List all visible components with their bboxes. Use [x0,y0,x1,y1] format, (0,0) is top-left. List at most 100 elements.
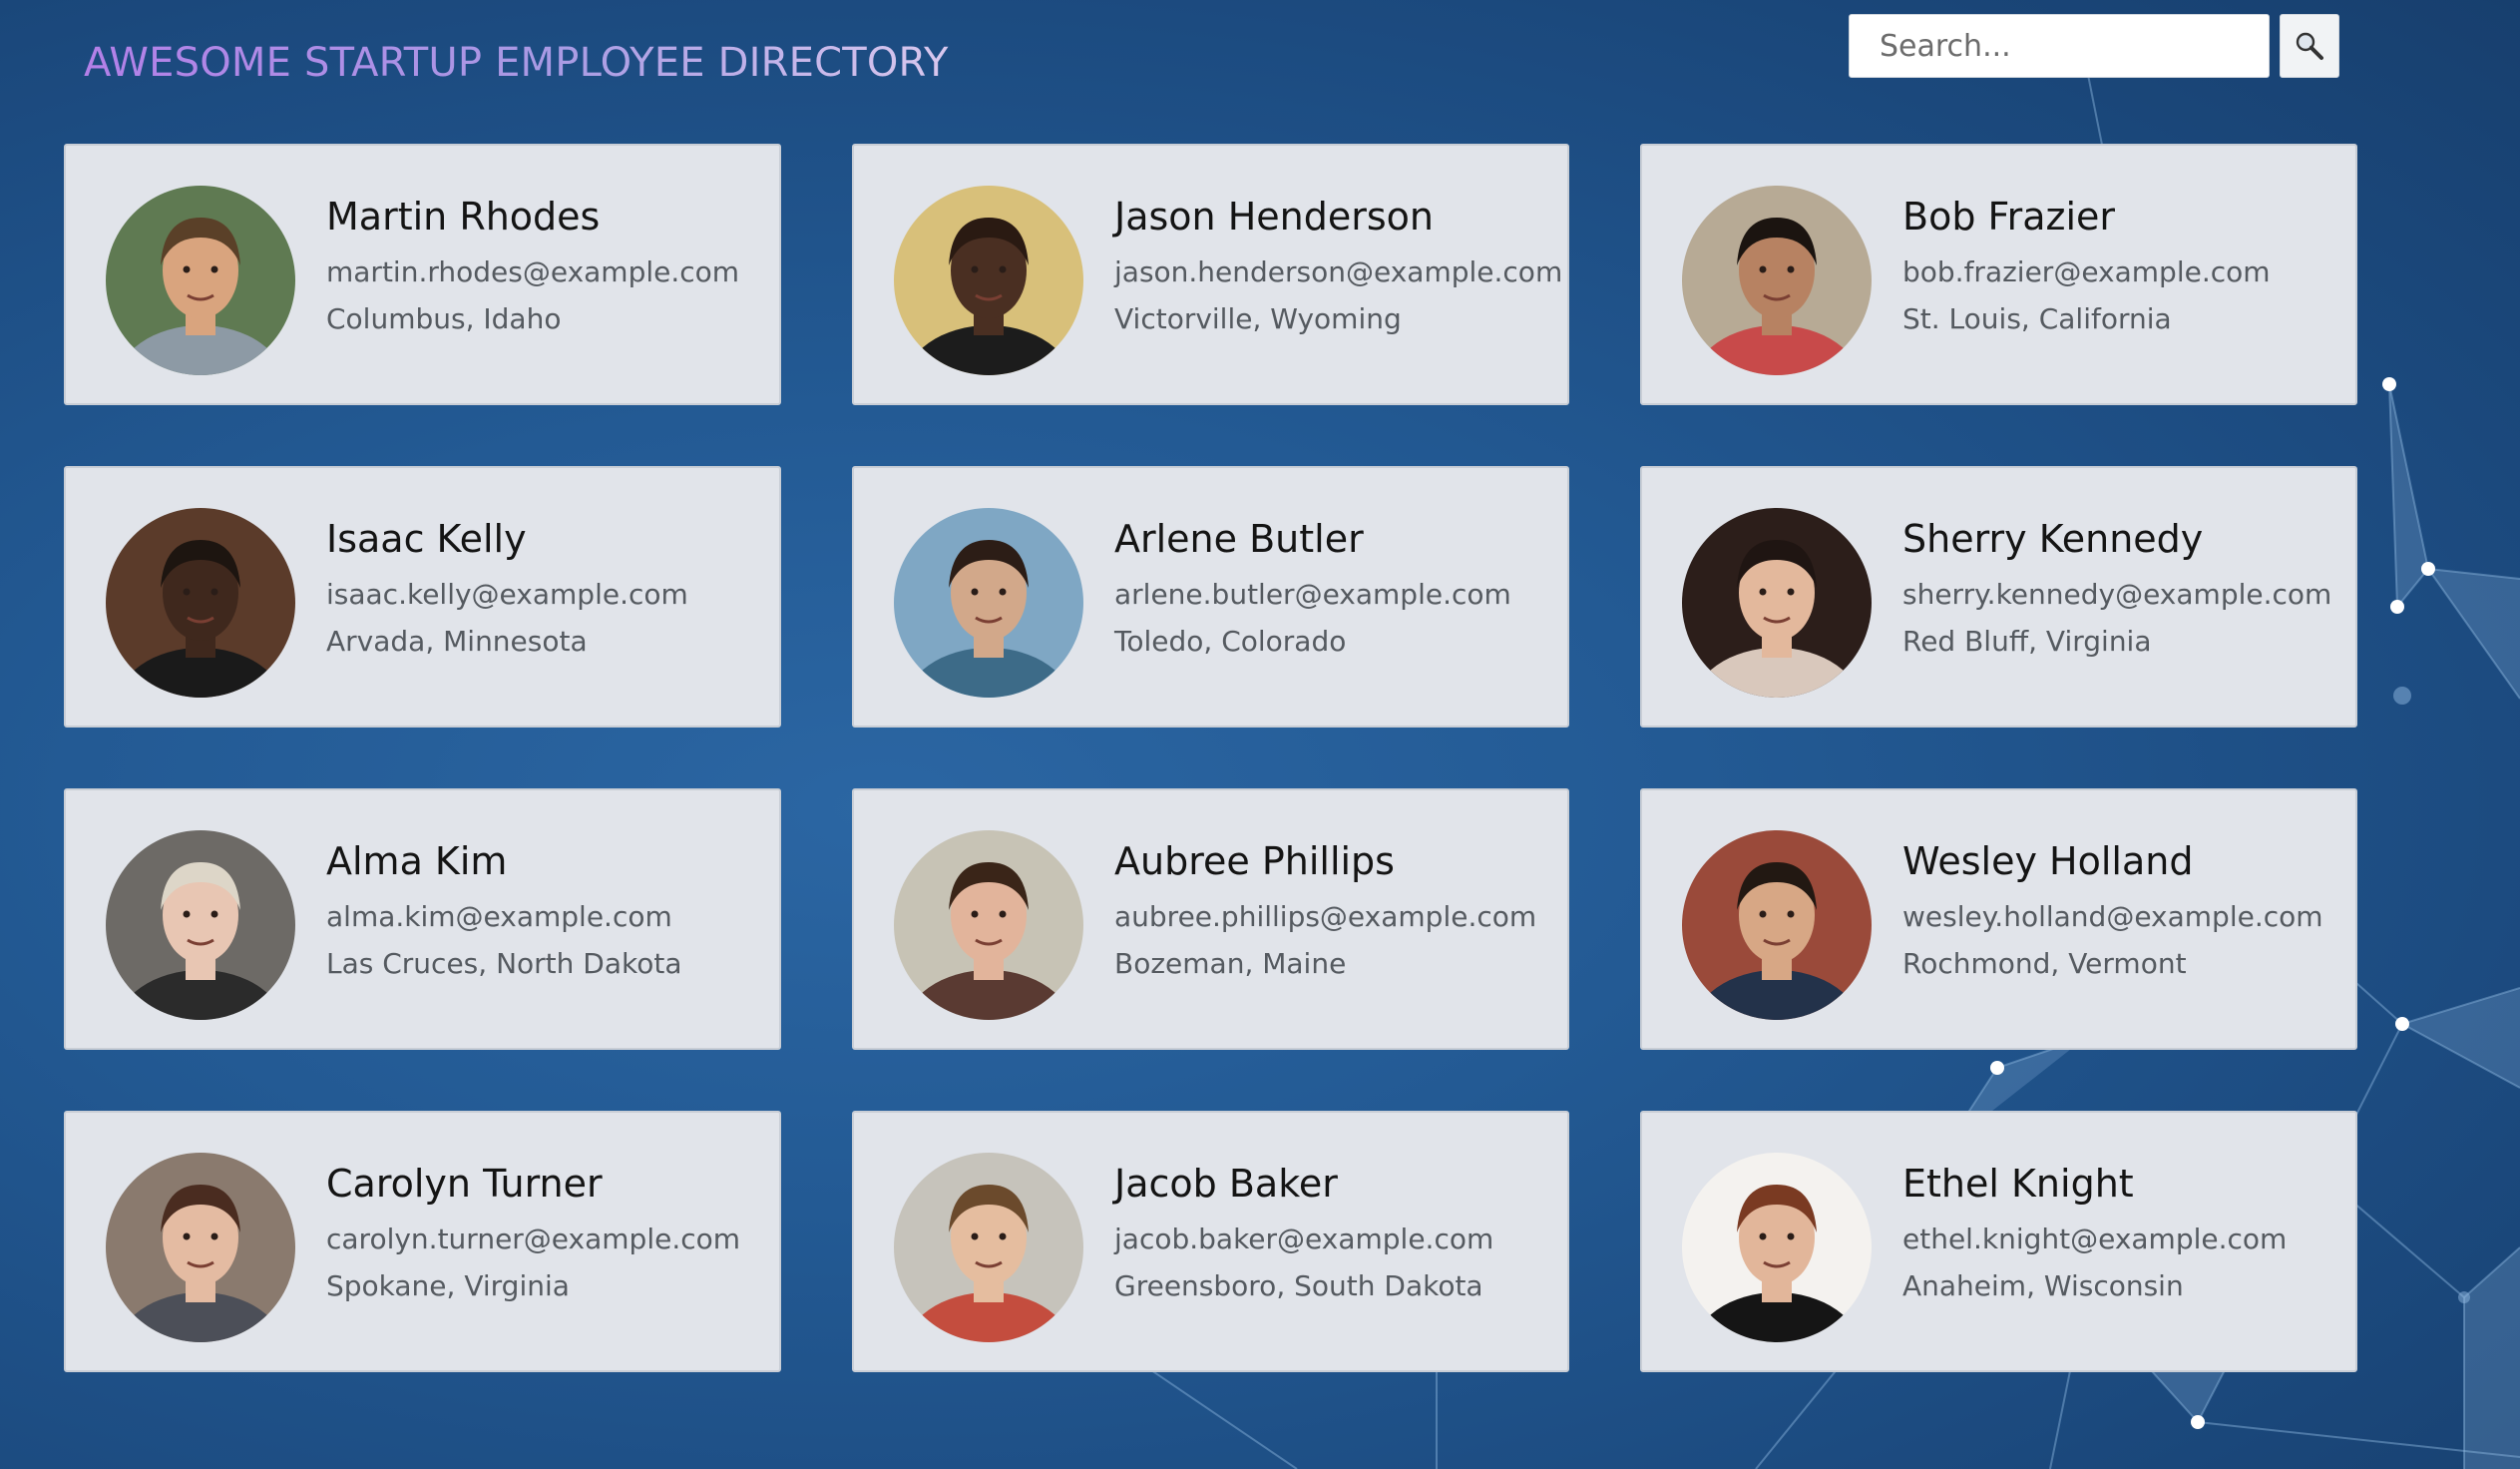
page-title: AWESOME STARTUP EMPLOYEE DIRECTORY [84,40,949,86]
employee-card[interactable]: Aubree Phillips aubree.phillips@example.… [852,788,1569,1050]
employee-name: Carolyn Turner [326,1162,603,1206]
avatar-eye [971,265,979,273]
employee-name: Jason Henderson [1114,195,1434,239]
employee-name: Alma Kim [326,839,508,883]
avatar [1682,508,1872,698]
employee-email: martin.rhodes@example.com [326,255,740,288]
avatar-eye [1759,1232,1767,1240]
employee-name: Sherry Kennedy [1902,517,2204,561]
employee-card[interactable]: Ethel Knight ethel.knight@example.com An… [1640,1111,2357,1372]
avatar-eye [999,910,1007,918]
employee-location: Red Bluff, Virginia [1902,625,2152,658]
avatar-eye [210,1232,218,1240]
employee-location: Las Cruces, North Dakota [326,947,682,980]
avatar [894,508,1083,698]
employee-info: Martin Rhodes martin.rhodes@example.com … [326,198,739,333]
employee-info: Isaac Kelly isaac.kelly@example.com Arva… [326,520,688,656]
employee-location: Toledo, Colorado [1114,625,1347,658]
employee-location: Bozeman, Maine [1114,947,1347,980]
employee-info: Bob Frazier bob.frazier@example.com St. … [1902,198,2271,333]
employee-email: alma.kim@example.com [326,900,672,933]
avatar-eye [1787,1232,1795,1240]
employee-email: sherry.kennedy@example.com [1902,578,2332,611]
avatar [106,186,295,375]
avatar-portrait [894,1153,1083,1342]
avatar [1682,1153,1872,1342]
employee-info: Wesley Holland wesley.holland@example.co… [1902,842,2323,978]
avatar-eye [971,588,979,596]
avatar-portrait [1682,1153,1872,1342]
employee-location: Greensboro, South Dakota [1114,1269,1483,1302]
avatar-portrait [106,1153,295,1342]
employee-card[interactable]: Arlene Butler arlene.butler@example.com … [852,466,1569,728]
employee-location: Spokane, Virginia [326,1269,570,1302]
employee-location: Arvada, Minnesota [326,625,588,658]
employee-location: Anaheim, Wisconsin [1902,1269,2184,1302]
employee-name: Aubree Phillips [1114,839,1395,883]
employee-card[interactable]: Alma Kim alma.kim@example.com Las Cruces… [64,788,781,1050]
employee-email: bob.frazier@example.com [1902,255,2271,288]
avatar [1682,186,1872,375]
employee-card[interactable]: Martin Rhodes martin.rhodes@example.com … [64,144,781,405]
employee-info: Jason Henderson jason.henderson@example.… [1114,198,1562,333]
avatar [1682,830,1872,1020]
avatar-portrait [1682,830,1872,1020]
avatar-eye [1759,265,1767,273]
avatar-portrait [106,508,295,698]
employee-name: Isaac Kelly [326,517,527,561]
employee-email: aubree.phillips@example.com [1114,900,1537,933]
employee-name: Bob Frazier [1902,195,2116,239]
avatar-eye [183,1232,191,1240]
search-button[interactable] [2280,14,2339,78]
employee-card[interactable]: Wesley Holland wesley.holland@example.co… [1640,788,2357,1050]
avatar [106,830,295,1020]
employee-location: Victorville, Wyoming [1114,302,1402,335]
avatar [894,186,1083,375]
employee-name: Arlene Butler [1114,517,1364,561]
search-input[interactable] [1849,14,2270,78]
employee-location: St. Louis, California [1902,302,2172,335]
employee-location: Columbus, Idaho [326,302,562,335]
avatar-eye [971,1232,979,1240]
avatar-eye [183,265,191,273]
avatar-portrait [894,186,1083,375]
avatar [894,1153,1083,1342]
avatar-eye [1787,265,1795,273]
avatar-portrait [1682,186,1872,375]
avatar-eye [1787,588,1795,596]
employee-email: ethel.knight@example.com [1902,1223,2288,1255]
avatar-eye [999,1232,1007,1240]
avatar-eye [999,588,1007,596]
avatar-portrait [106,830,295,1020]
employee-card[interactable]: Sherry Kennedy sherry.kennedy@example.co… [1640,466,2357,728]
employee-email: isaac.kelly@example.com [326,578,688,611]
employee-info: Alma Kim alma.kim@example.com Las Cruces… [326,842,681,978]
avatar-eye [183,588,191,596]
employee-info: Ethel Knight ethel.knight@example.com An… [1902,1165,2287,1300]
employee-card[interactable]: Jason Henderson jason.henderson@example.… [852,144,1569,405]
employee-card[interactable]: Bob Frazier bob.frazier@example.com St. … [1640,144,2357,405]
employee-info: Carolyn Turner carolyn.turner@example.co… [326,1165,740,1300]
avatar-portrait [106,186,295,375]
employee-location: Rochmond, Vermont [1902,947,2187,980]
employee-card[interactable]: Isaac Kelly isaac.kelly@example.com Arva… [64,466,781,728]
employee-name: Ethel Knight [1902,1162,2134,1206]
avatar-eye [971,910,979,918]
magnifier-icon [2296,32,2323,60]
avatar-eye [210,588,218,596]
employee-email: wesley.holland@example.com [1902,900,2323,933]
employee-email: jason.henderson@example.com [1114,255,1563,288]
avatar-eye [1759,588,1767,596]
avatar-eye [183,910,191,918]
employee-email: carolyn.turner@example.com [326,1223,741,1255]
employee-info: Sherry Kennedy sherry.kennedy@example.co… [1902,520,2331,656]
avatar [106,1153,295,1342]
employee-info: Arlene Butler arlene.butler@example.com … [1114,520,1511,656]
employee-card[interactable]: Carolyn Turner carolyn.turner@example.co… [64,1111,781,1372]
employee-info: Aubree Phillips aubree.phillips@example.… [1114,842,1536,978]
avatar-eye [1787,910,1795,918]
avatar-eye [999,265,1007,273]
employee-card[interactable]: Jacob Baker jacob.baker@example.com Gree… [852,1111,1569,1372]
employee-email: jacob.baker@example.com [1114,1223,1494,1255]
avatar-portrait [894,830,1083,1020]
